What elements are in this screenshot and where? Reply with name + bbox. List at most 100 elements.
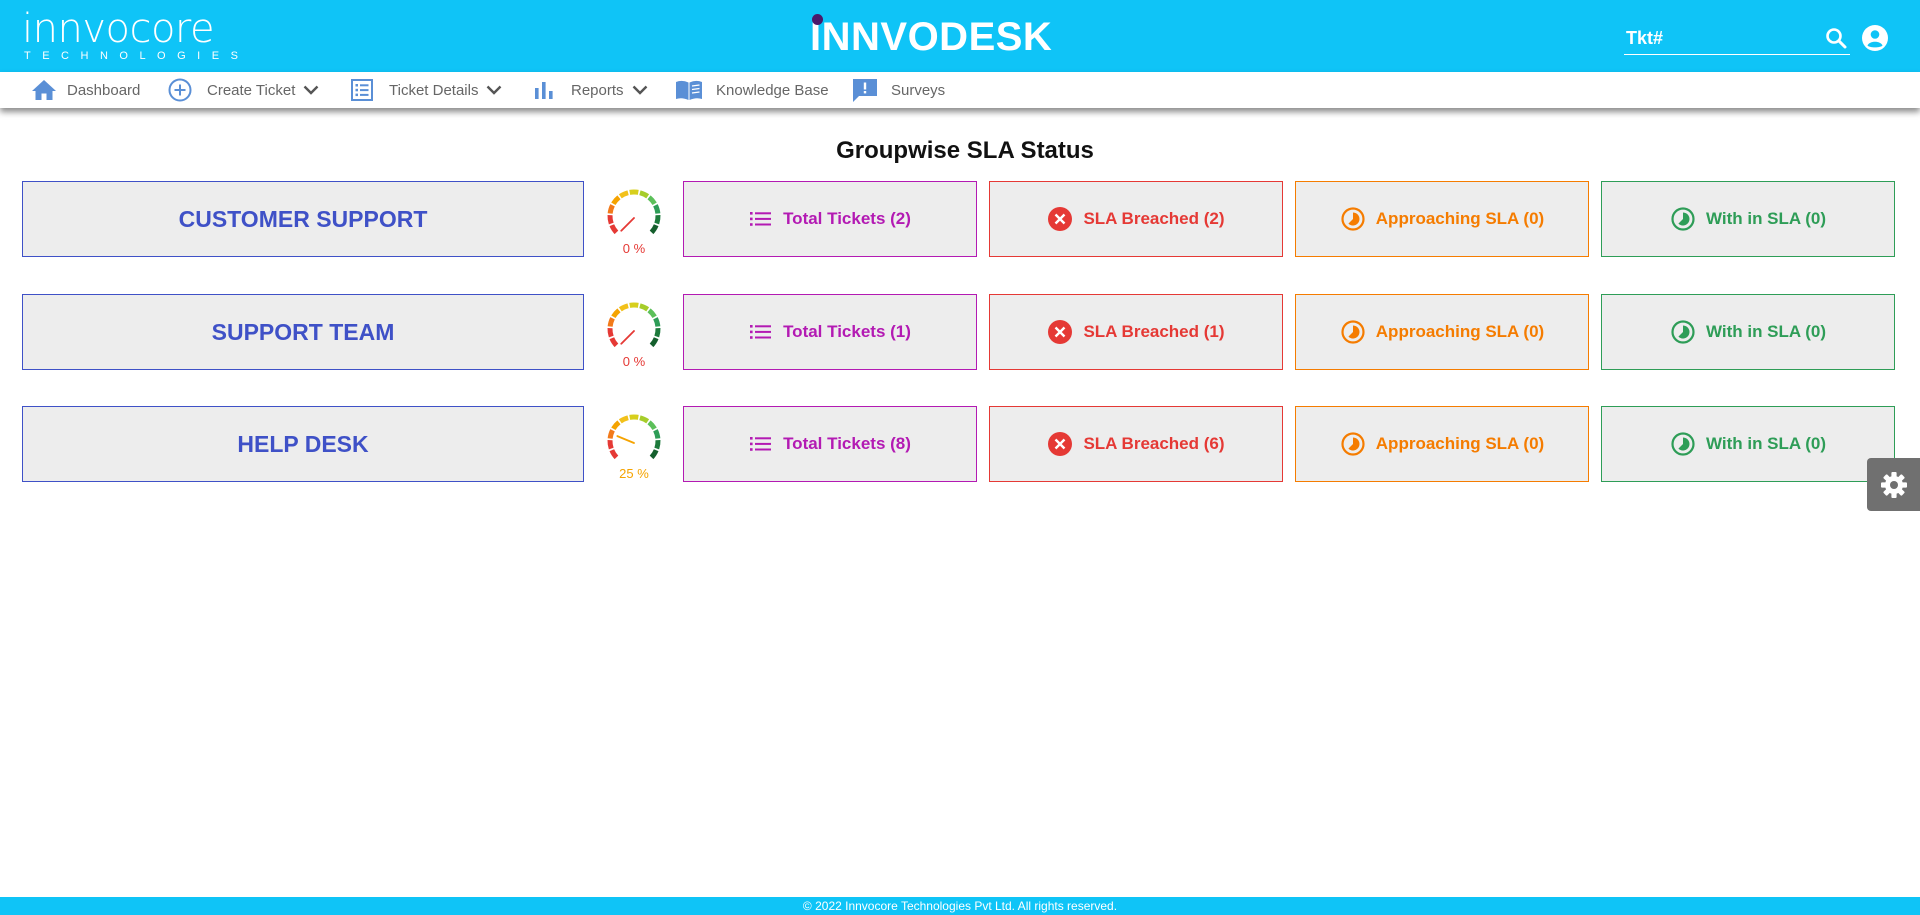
gauge-segment xyxy=(618,303,629,312)
total-tickets-button[interactable]: Total Tickets (2) xyxy=(683,181,977,257)
gauge-percent-label: 0 % xyxy=(622,354,646,369)
sla-breached-button[interactable]: SLA Breached (2) xyxy=(989,181,1283,257)
gauge-segment xyxy=(609,337,619,348)
gauge-segment xyxy=(609,224,619,235)
gauge-segment xyxy=(611,308,621,319)
gauge-segment xyxy=(609,449,619,460)
gear-icon xyxy=(1880,471,1907,498)
total-tickets-label: Total Tickets (1) xyxy=(783,322,911,341)
logo-center-text: INNVODESK xyxy=(810,15,1053,59)
within-sla-label: With in SLA (0) xyxy=(1705,209,1827,228)
approaching-sla-label: Approaching SLA (0) xyxy=(1375,322,1545,341)
gauge-segment xyxy=(653,204,661,214)
sla-gauge: 25 % xyxy=(602,410,666,482)
logo-left-sub: TECHNOLOGIES xyxy=(24,50,250,62)
logo-dot xyxy=(812,14,823,25)
settings-button[interactable] xyxy=(1867,458,1920,511)
group-name-button[interactable]: HELP DESK xyxy=(22,406,584,482)
feedback-icon xyxy=(853,79,877,102)
nav-surveys-label: Surveys xyxy=(891,81,946,99)
bar-chart-icon xyxy=(535,82,553,99)
nav-create-ticket[interactable]: Create Ticket xyxy=(167,72,319,108)
innvodesk-logo[interactable]: INNVODESK xyxy=(810,14,1052,60)
within-sla-label: With in SLA (0) xyxy=(1705,434,1827,453)
sla-breached-label: SLA Breached (1) xyxy=(1083,322,1225,341)
gauge-segment xyxy=(607,440,614,450)
gauge-percent-label: 0 % xyxy=(622,241,646,256)
within-sla-button[interactable]: With in SLA (0) xyxy=(1601,294,1895,370)
gauge-segment xyxy=(654,440,661,450)
total-tickets-button[interactable]: Total Tickets (8) xyxy=(683,406,977,482)
approaching-sla-button[interactable]: Approaching SLA (0) xyxy=(1295,294,1589,370)
total-tickets-button[interactable]: Total Tickets (1) xyxy=(683,294,977,370)
within-sla-button[interactable]: With in SLA (0) xyxy=(1601,406,1895,482)
gauge-segment xyxy=(654,215,661,225)
ticket-search xyxy=(1624,22,1850,55)
main-nav: Dashboard Create Ticket Ticket Details R… xyxy=(0,72,1920,108)
gauge-segment xyxy=(653,317,661,327)
cancel-icon xyxy=(1048,320,1073,344)
chevron-down-icon xyxy=(487,85,502,95)
nav-dashboard[interactable]: Dashboard xyxy=(31,72,140,108)
total-tickets-label: Total Tickets (2) xyxy=(783,209,911,228)
top-header: innvocore TECHNOLOGIES INNVODESK xyxy=(0,0,1920,72)
nav-reports[interactable]: Reports xyxy=(532,72,648,108)
within-sla-button[interactable]: With in SLA (0) xyxy=(1601,181,1895,257)
sla-breached-button[interactable]: SLA Breached (1) xyxy=(989,294,1283,370)
nav-knowledge-base[interactable]: Knowledge Base xyxy=(674,72,829,108)
gauge-segment xyxy=(607,429,615,439)
nav-surveys[interactable]: Surveys xyxy=(851,72,945,108)
gauge-percent-label: 25 % xyxy=(619,466,649,481)
gauge-segment xyxy=(607,215,614,225)
sla-breached-label: SLA Breached (2) xyxy=(1083,209,1225,228)
gauge-segment xyxy=(618,415,629,424)
footer: © 2022 Innvocore Technologies Pvt Ltd. A… xyxy=(0,897,1920,915)
sla-breached-label: SLA Breached (6) xyxy=(1083,434,1225,453)
ticket-search-input[interactable] xyxy=(1626,26,1816,50)
gauge-needle xyxy=(620,217,635,232)
timelapse-icon xyxy=(1341,320,1365,344)
innvocore-logo[interactable]: innvocore TECHNOLOGIES xyxy=(22,8,249,62)
approaching-sla-label: Approaching SLA (0) xyxy=(1375,434,1545,453)
cancel-icon xyxy=(1048,432,1073,456)
group-name-button[interactable]: SUPPORT TEAM xyxy=(22,294,584,370)
search-icon[interactable] xyxy=(1824,26,1848,50)
timelapse-icon xyxy=(1341,207,1365,231)
gauge-dial xyxy=(607,414,661,460)
gauge-segment xyxy=(607,328,614,338)
gauge-segment xyxy=(639,190,650,199)
list-icon xyxy=(351,79,373,101)
sla-breached-button[interactable]: SLA Breached (6) xyxy=(989,406,1283,482)
nav-reports-label: Reports xyxy=(571,81,624,99)
sla-gauge: 0 % xyxy=(602,185,666,257)
timelapse-icon xyxy=(1671,207,1695,231)
gauge-segment xyxy=(647,195,657,206)
nav-dashboard-label: Dashboard xyxy=(67,81,141,99)
gauge-dial xyxy=(607,302,661,348)
add-circle-icon xyxy=(168,78,192,102)
gauge-needle xyxy=(620,330,635,345)
timelapse-icon xyxy=(1341,432,1365,456)
cancel-icon xyxy=(1048,207,1073,231)
approaching-sla-button[interactable]: Approaching SLA (0) xyxy=(1295,406,1589,482)
gauge-segment xyxy=(607,317,615,327)
gauge-segment xyxy=(649,224,659,235)
gauge-segment xyxy=(647,308,657,319)
group-name-button[interactable]: CUSTOMER SUPPORT xyxy=(22,181,584,257)
timelapse-icon xyxy=(1671,320,1695,344)
group-row: CUSTOMER SUPPORT 0 % Total Tickets (2) S… xyxy=(0,181,1920,257)
gauge-segment xyxy=(639,303,650,312)
list-icon xyxy=(750,212,772,226)
gauge-segment xyxy=(611,420,621,431)
nav-create-ticket-label: Create Ticket xyxy=(207,81,296,99)
group-row: SUPPORT TEAM 0 % Total Tickets (1) SLA B… xyxy=(0,294,1920,370)
account-circle-icon[interactable] xyxy=(1861,24,1889,52)
list-icon xyxy=(750,437,772,451)
nav-ticket-details-label: Ticket Details xyxy=(389,81,479,99)
chevron-down-icon xyxy=(632,85,647,95)
nav-ticket-details[interactable]: Ticket Details xyxy=(350,72,502,108)
approaching-sla-label: Approaching SLA (0) xyxy=(1375,209,1545,228)
gauge-segment xyxy=(611,195,621,206)
chevron-down-icon xyxy=(304,85,319,95)
approaching-sla-button[interactable]: Approaching SLA (0) xyxy=(1295,181,1589,257)
